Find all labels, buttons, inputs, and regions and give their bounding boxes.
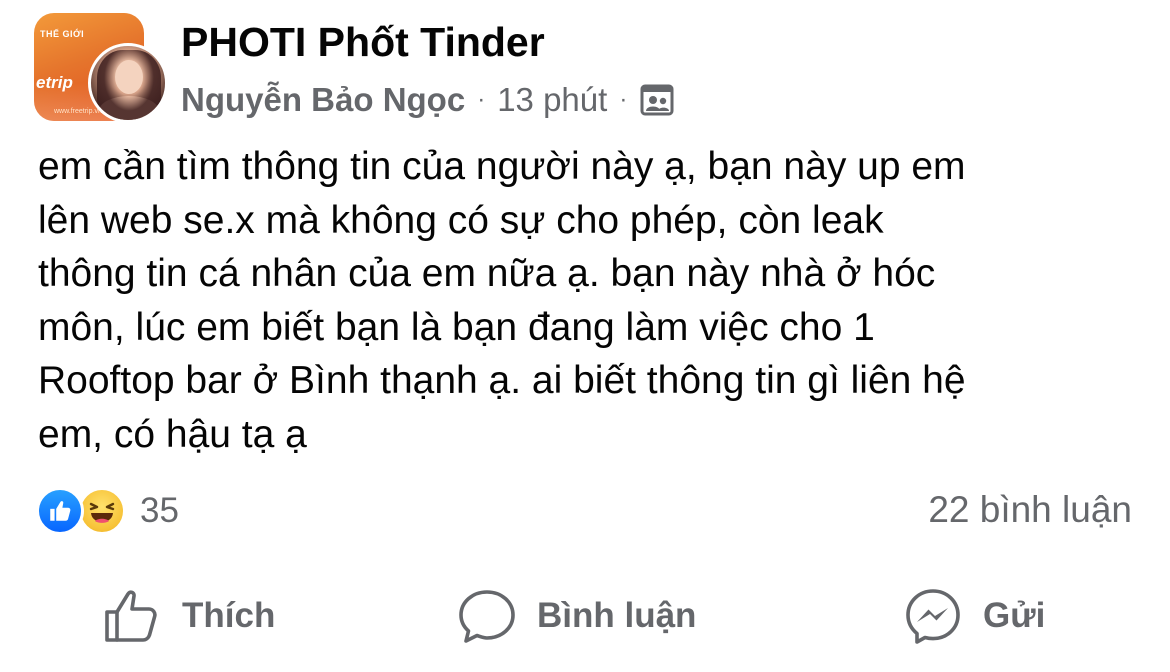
- post-header: THẾ GIỚI etrip www.freetrip.vn PHOTI Phố…: [0, 0, 1170, 140]
- group-members-icon[interactable]: [639, 82, 675, 118]
- post-text-line: em cần tìm thông tin của người này ạ, bạ…: [38, 145, 966, 188]
- post-time[interactable]: 13 phút: [497, 81, 607, 119]
- group-avatar-text-1: THẾ GIỚI: [40, 29, 85, 39]
- post-text: em cần tìm thông tin của người này ạ, bạ…: [38, 140, 1138, 461]
- like-label: Thích: [182, 596, 276, 635]
- group-avatar-text-2: etrip: [36, 73, 73, 92]
- haha-icon: [78, 487, 126, 535]
- send-label: Gửi: [983, 596, 1046, 635]
- post-text-line: lên web se.x mà không có sự cho phép, cò…: [38, 198, 884, 242]
- like-button[interactable]: Thích: [102, 580, 275, 652]
- send-button[interactable]: Gửi: [903, 580, 1045, 652]
- group-name[interactable]: PHOTI Phốt Tinder: [181, 19, 545, 66]
- post-text-line: em, có hậu tạ ạ: [38, 412, 307, 456]
- author-name[interactable]: Nguyễn Bảo Ngọc: [181, 81, 465, 119]
- post-text-line: Rooftop bar ở Bình thạnh ạ. ai biết thôn…: [38, 359, 966, 402]
- author-avatar-hair: [97, 50, 161, 120]
- meta-separator: ·: [619, 86, 628, 113]
- group-avatar-text-3: www.freetrip.vn: [54, 108, 102, 115]
- comment-label: Bình luận: [537, 596, 697, 635]
- like-icon: [36, 487, 84, 535]
- comments-count[interactable]: 22 bình luận: [928, 489, 1132, 531]
- comment-button[interactable]: Bình luận: [457, 580, 696, 652]
- author-avatar[interactable]: [88, 43, 168, 123]
- thumbs-up-icon: [102, 586, 162, 646]
- comment-bubble-icon: [457, 586, 517, 646]
- post-text-line: môn, lúc em biết bạn là bạn đang làm việ…: [38, 305, 875, 349]
- meta-separator: ·: [477, 86, 486, 113]
- reactions-summary[interactable]: 35: [36, 485, 179, 537]
- post-text-line: thông tin cá nhân của em nữa ạ. bạn này …: [38, 252, 936, 295]
- reaction-count[interactable]: 35: [140, 491, 179, 531]
- post-meta: Nguyễn Bảo Ngọc · 13 phút ·: [181, 80, 675, 120]
- action-bar: Thích Bình luận Gửi: [0, 580, 1170, 652]
- messenger-icon: [903, 586, 963, 646]
